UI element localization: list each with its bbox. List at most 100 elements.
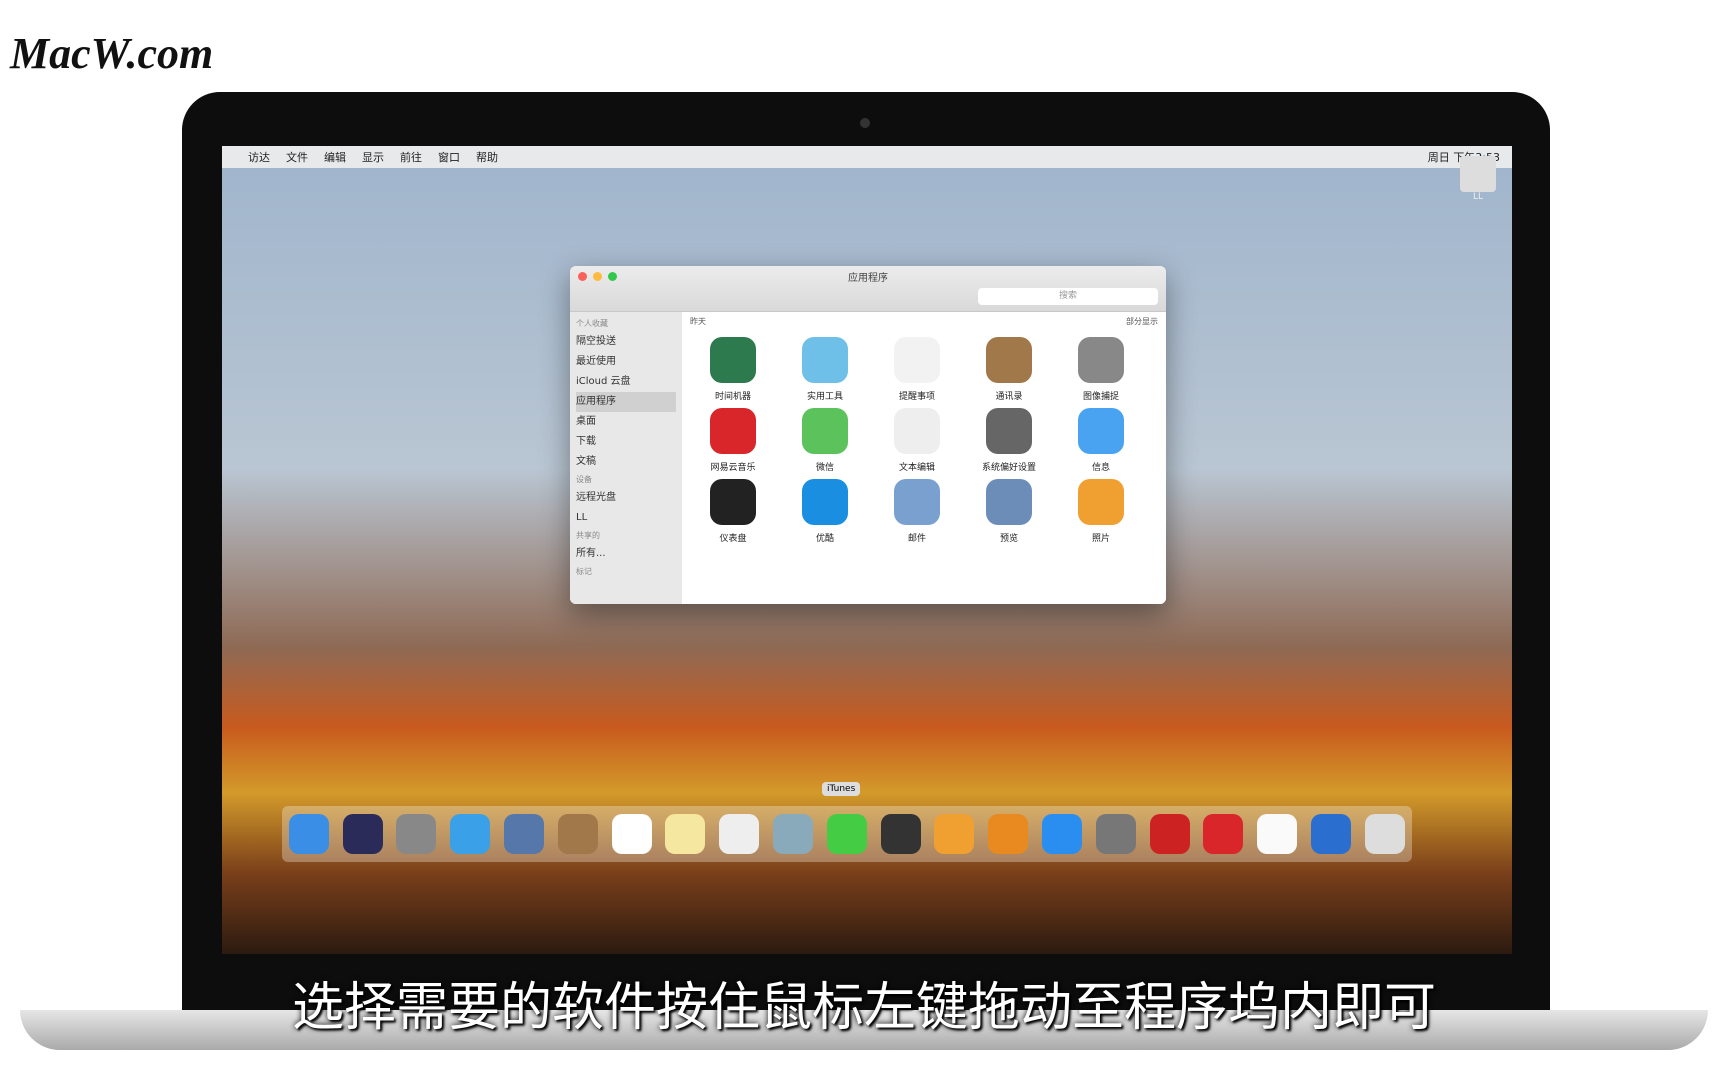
dock-app-icon[interactable] [988,814,1029,854]
dock-app-icon[interactable] [450,814,491,854]
desktop-disk[interactable]: LL [1460,156,1496,202]
app-label: 仪表盘 [719,534,747,544]
macw-logo: MacW.com [10,29,214,78]
dock-app-icon[interactable] [719,814,760,854]
dock-app-icon[interactable] [396,814,437,854]
dock-app-icon[interactable] [611,814,652,854]
menu-item[interactable]: 访达 [248,149,270,165]
app-label: 照片 [1091,534,1110,544]
app-label: 优酷 [815,534,834,544]
app-item[interactable]: 系统偏好设置 [966,408,1052,473]
app-item[interactable]: 文本编辑 [874,408,960,473]
app-icon [1078,337,1124,383]
app-item[interactable]: 微信 [782,408,868,473]
window-title: 应用程序 [848,273,888,284]
camera [860,118,870,128]
app-item[interactable]: 通讯录 [966,337,1052,402]
dock-app-icon[interactable] [288,814,329,854]
dock-app-icon[interactable] [342,814,383,854]
menu-item[interactable]: 编辑 [324,149,346,165]
sidebar-item[interactable]: 文稿 [576,452,676,472]
dock-app-icon[interactable] [1364,814,1405,854]
app-item[interactable]: 预览 [966,479,1052,544]
app-icon [1078,408,1124,454]
finder-window[interactable]: 应用程序 搜索 个人收藏 隔空投送 最近使用 iCloud 云盘 应用程序 桌面 下载 文稿设… [570,266,1166,604]
sidebar-item[interactable]: 隔空投送 [576,332,676,352]
app-item[interactable]: 邮件 [874,479,960,544]
dock-app-icon[interactable] [1042,814,1083,854]
sidebar-item[interactable]: 最近使用 [576,352,676,372]
app-label: 实用工具 [806,392,843,402]
app-item[interactable]: 时间机器 [690,337,776,402]
app-grid: 时间机器 实用工具 提醒事项 通讯录 图像捕捉网易云音乐 微信 文本编辑 系统偏好设置 信息仪表… [690,337,1158,544]
finder-content: 昨天 部分显示 时间机器 实用工具 提醒事项 通讯录 图像捕捉 网易云音乐 微信 文本编辑 系统… [682,312,1166,604]
desktop-screen: 访达文件编辑显示前往窗口帮助 周日 下午3:53 LL 应用程序 搜索 个人收藏… [222,146,1512,954]
app-label: 通讯录 [995,392,1023,402]
dock-app-icon[interactable] [880,814,921,854]
app-icon [802,479,848,525]
app-label: 图像捕捉 [1082,392,1119,402]
dock-app-icon[interactable] [1095,814,1136,854]
dock-app-icon[interactable] [826,814,867,854]
sidebar-item[interactable]: LL [576,508,676,528]
dock-app-icon[interactable] [1203,814,1244,854]
app-item[interactable]: 信息 [1058,408,1144,473]
app-item[interactable]: 优酷 [782,479,868,544]
menu-item[interactable]: 文件 [286,149,308,165]
sidebar-section: 个人收藏 [576,319,608,328]
finder-titlebar: 应用程序 搜索 [570,266,1166,312]
dock-app-icon[interactable] [557,814,598,854]
menu-item[interactable]: 帮助 [476,149,498,165]
dock-app-icon[interactable] [665,814,706,854]
menu-item[interactable]: 前往 [400,149,422,165]
sidebar-item[interactable]: 所有... [576,544,676,564]
app-item[interactable]: 照片 [1058,479,1144,544]
sidebar-section: 共享的 [576,531,600,540]
dock-app-icon[interactable] [504,814,545,854]
app-item[interactable]: 图像捕捉 [1058,337,1144,402]
app-item[interactable]: 实用工具 [782,337,868,402]
dock-tooltip: iTunes [822,782,861,796]
sidebar-section: 标记 [576,567,592,576]
dock-app-icon[interactable] [1149,814,1190,854]
show-toggle[interactable]: 部分显示 [1126,316,1158,327]
app-label: 邮件 [907,534,926,544]
app-item[interactable]: 提醒事项 [874,337,960,402]
dock-app-icon[interactable] [773,814,814,854]
app-label: 微信 [815,463,834,473]
app-item[interactable]: 网易云音乐 [690,408,776,473]
app-icon [894,337,940,383]
app-icon [894,408,940,454]
sidebar-item[interactable]: 下载 [576,432,676,452]
app-icon [802,408,848,454]
sidebar-item[interactable]: iCloud 云盘 [576,372,676,392]
app-label: 预览 [999,534,1018,544]
app-item[interactable]: 仪表盘 [690,479,776,544]
app-icon [986,408,1032,454]
app-icon [986,479,1032,525]
sidebar-item[interactable]: 应用程序 [576,392,676,412]
app-label: 网易云音乐 [710,463,756,473]
dock [282,806,1412,862]
subtitle-caption: 选择需要的软件按住鼠标左键拖动至程序坞内即可 [291,978,1436,1038]
sidebar-section: 设备 [576,475,592,484]
menu-bar: 访达文件编辑显示前往窗口帮助 周日 下午3:53 [222,146,1512,168]
finder-sidebar: 个人收藏隔空投送 最近使用 iCloud 云盘 应用程序 桌面 下载 文稿设备远程光盘 LL 共… [570,312,682,604]
app-icon [710,479,756,525]
menu-item[interactable]: 窗口 [438,149,460,165]
app-label: 系统偏好设置 [981,463,1036,473]
search-field[interactable]: 搜索 [978,288,1158,305]
dock-app-icon[interactable] [934,814,975,854]
dock-app-icon[interactable] [1311,814,1352,854]
app-icon [802,337,848,383]
sidebar-item[interactable]: 远程光盘 [576,488,676,508]
app-icon [1078,479,1124,525]
app-label: 信息 [1091,463,1110,473]
app-label: 时间机器 [714,392,751,402]
dock-app-icon[interactable] [1257,814,1298,854]
sidebar-item[interactable]: 桌面 [576,412,676,432]
app-icon [986,337,1032,383]
disk-label: LL [1472,192,1484,202]
menu-item[interactable]: 显示 [362,149,384,165]
disk-icon [1460,156,1496,192]
